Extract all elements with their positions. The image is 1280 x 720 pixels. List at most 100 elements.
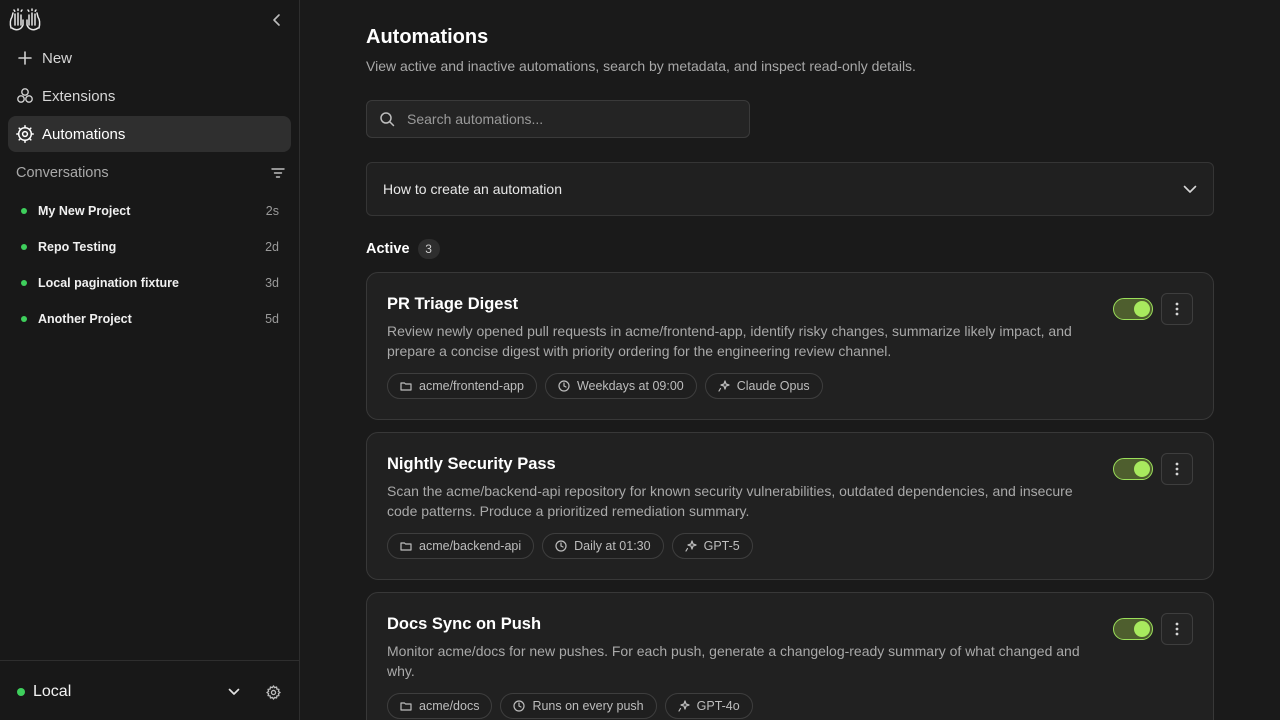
conversation-item[interactable]: Local pagination fixture 3d [16,269,280,297]
repo-tag: acme/docs [387,693,493,719]
more-options-button[interactable] [1161,613,1193,645]
folder-icon [400,380,412,392]
gear-icon [265,684,281,700]
automation-description: Monitor acme/docs for new pushes. For ea… [387,643,1080,679]
folder-icon [400,700,412,712]
schedule-tag: Runs on every push [500,693,657,719]
automation-description: Review newly opened pull requests in acm… [387,323,1072,359]
repo-tag-label: acme/docs [419,699,480,713]
environment-label: Local [33,683,72,700]
chevron-down-icon [228,688,240,695]
automation-description: Scan the acme/backend-api repository for… [387,483,1073,519]
status-dot [21,280,27,286]
automation-tags: acme/docs Runs on every push GPT-4o [387,693,753,719]
schedule-tag: Weekdays at 09:00 [544,373,697,399]
search-box[interactable] [366,100,750,138]
status-dot [21,316,27,322]
conversations-title: Conversations [16,165,109,181]
search-input[interactable] [407,111,749,127]
logo-hands-icon [8,8,42,32]
model-tag: Claude Opus [704,373,823,399]
filter-icon[interactable] [270,165,286,181]
howto-label: How to create an automation [383,181,562,197]
sparkle-icon [678,700,690,712]
automation-tags: acme/backend-api Daily at 01:30 GPT-5 [387,533,753,559]
conversations-header: Conversations [16,162,286,184]
nav-automations-label: Automations [42,125,126,143]
sparkle-icon [684,540,697,552]
toggle-knob [1134,621,1150,637]
enable-toggle[interactable] [1113,618,1153,640]
more-vertical-icon [1175,302,1179,316]
automation-card[interactable]: Nightly Security Pass Scan the acme/back… [366,432,1214,580]
conversation-label: Another Project [38,312,132,326]
conversation-time: 5d [265,312,279,326]
more-options-button[interactable] [1161,453,1193,485]
chevron-down-icon [1183,185,1197,193]
app-window: New Extensions Automations Conversations [0,0,1280,720]
nav-new[interactable]: New [8,40,291,76]
schedule-tag-label: Weekdays at 09:00 [576,379,684,393]
conversation-item[interactable]: Repo Testing 2d [16,233,280,261]
repo-tag-label: acme/backend-api [419,539,522,553]
conversation-time: 2d [265,240,279,254]
schedule-tag-label: Daily at 01:30 [574,539,651,553]
enable-toggle[interactable] [1113,458,1153,480]
nav-extensions[interactable]: Extensions [8,78,291,114]
automation-tags: acme/frontend-app Weekdays at 09:00 Clau… [387,373,823,399]
environment-status-dot [17,688,25,696]
model-tag: GPT-4o [664,693,753,719]
conversation-time: 2s [265,204,279,218]
clock-icon [558,380,570,392]
sidebar: New Extensions Automations Conversations [0,0,300,720]
model-tag-label: GPT-4o [696,699,740,713]
status-dot [21,244,27,250]
toggle-knob [1134,461,1150,477]
conversation-label: My New Project [38,204,131,218]
schedule-tag-label: Runs on every push [532,699,644,713]
conversation-time: 3d [265,276,279,290]
howto-accordion[interactable]: How to create an automation [366,162,1214,216]
collapse-sidebar-button[interactable] [268,10,286,30]
automation-title: Nightly Security Pass [387,455,556,473]
automation-card[interactable]: PR Triage Digest Review newly opened pul… [366,272,1214,420]
enable-toggle[interactable] [1113,298,1153,320]
nav-automations[interactable]: Automations [8,116,291,152]
status-dot [21,208,27,214]
settings-button[interactable] [264,683,282,701]
repo-tag: acme/backend-api [387,533,535,559]
plus-icon [16,49,34,67]
nav-extensions-label: Extensions [42,87,116,105]
folder-icon [400,540,412,552]
more-vertical-icon [1175,462,1179,476]
sparkle-icon [718,380,730,392]
active-section-header: Active 3 [366,239,440,259]
conversation-label: Repo Testing [38,240,117,254]
automation-title: Docs Sync on Push [387,615,542,633]
extensions-icon [16,87,34,105]
clock-icon [513,700,526,712]
repo-tag-label: acme/frontend-app [419,379,524,393]
clock-icon [555,540,567,552]
toggle-knob [1134,301,1150,317]
conversation-item[interactable]: Another Project 5d [16,305,280,333]
sidebar-footer: Local [0,660,299,720]
automation-card[interactable]: Docs Sync on Push Monitor acme/docs for … [366,592,1214,720]
model-tag-label: Claude Opus [736,379,810,393]
automations-gear-icon [16,125,34,143]
repo-tag: acme/frontend-app [387,373,537,399]
search-icon [379,111,395,127]
environment-select[interactable]: Local [8,679,240,705]
model-tag: GPT-5 [671,533,753,559]
conversation-label: Local pagination fixture [38,276,179,290]
section-title: Active [366,241,410,257]
conversation-item[interactable]: My New Project 2s [16,197,280,225]
chevron-left-icon [273,14,280,26]
page-title: Automations [366,26,489,48]
automation-title: PR Triage Digest [387,295,519,313]
page-subtitle: View active and inactive automations, se… [366,58,916,74]
more-options-button[interactable] [1161,293,1193,325]
model-tag-label: GPT-5 [703,539,740,553]
count-badge: 3 [417,239,440,259]
more-vertical-icon [1175,622,1179,636]
